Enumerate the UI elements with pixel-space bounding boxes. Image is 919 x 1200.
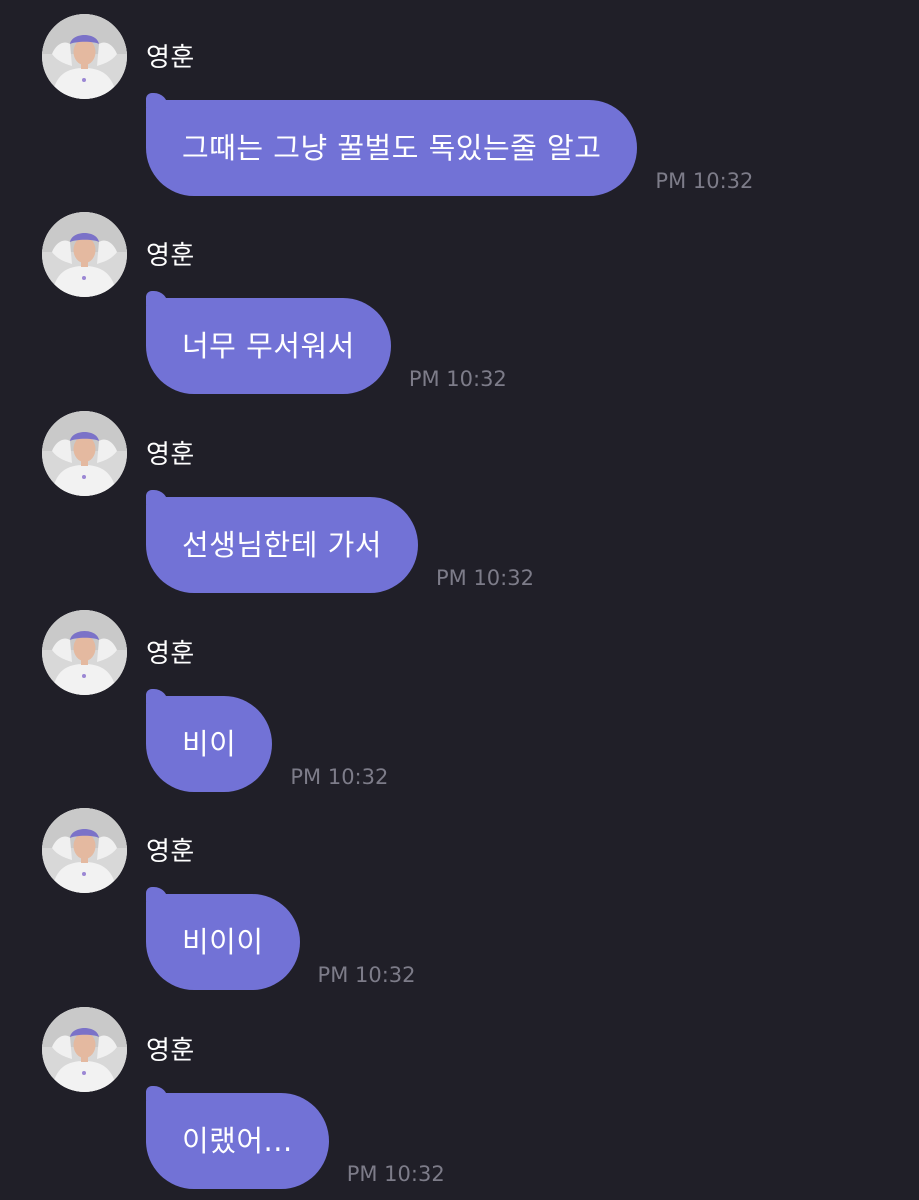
message-bubble[interactable]: 선생님한테 가서 — [146, 490, 418, 593]
message-item: 영훈 그때는 그냥 꿀벌도 독있는줄 알고 PM 10:32 — [0, 0, 919, 198]
avatar[interactable] — [42, 808, 127, 893]
avatar[interactable] — [42, 610, 127, 695]
message-timestamp: PM 10:32 — [346, 1162, 445, 1186]
sender-name: 영훈 — [146, 837, 195, 867]
message-row: 비이이 PM 10:32 — [146, 887, 416, 990]
message-bubble[interactable]: 너무 무서워서 — [146, 291, 391, 394]
message-item: 영훈 비이 PM 10:32 — [0, 596, 919, 794]
message-row: 비이 PM 10:32 — [146, 689, 389, 792]
avatar-photo-icon — [42, 808, 127, 893]
message-timestamp: PM 10:32 — [435, 566, 534, 590]
avatar[interactable] — [42, 212, 127, 297]
message-timestamp: PM 10:32 — [290, 765, 389, 789]
sender-name: 영훈 — [146, 639, 195, 669]
message-bubble[interactable]: 비이 — [146, 689, 273, 792]
message-item: 영훈 선생님한테 가서 PM 10:32 — [0, 397, 919, 595]
message-timestamp: PM 10:32 — [408, 367, 507, 391]
message-row: 너무 무서워서 PM 10:32 — [146, 291, 507, 394]
sender-name: 영훈 — [146, 1036, 195, 1066]
avatar[interactable] — [42, 411, 127, 496]
avatar-photo-icon — [42, 212, 127, 297]
sender-name: 영훈 — [146, 43, 195, 73]
message-item: 영훈 이랬어... PM 10:32 — [0, 993, 919, 1191]
message-row: 이랬어... PM 10:32 — [146, 1086, 445, 1189]
avatar[interactable] — [42, 14, 127, 99]
message-item: 영훈 너무 무서워서 PM 10:32 — [0, 198, 919, 396]
sender-name: 영훈 — [146, 241, 195, 271]
message-timestamp: PM 10:32 — [317, 963, 416, 987]
message-bubble[interactable]: 이랬어... — [146, 1086, 329, 1189]
message-item: 영훈 비이이 PM 10:32 — [0, 794, 919, 992]
message-bubble[interactable]: 그때는 그냥 꿀벌도 독있는줄 알고 — [146, 93, 638, 196]
avatar[interactable] — [42, 1007, 127, 1092]
sender-name: 영훈 — [146, 440, 195, 470]
avatar-photo-icon — [42, 610, 127, 695]
message-row: 그때는 그냥 꿀벌도 독있는줄 알고 PM 10:32 — [146, 93, 754, 196]
message-bubble[interactable]: 비이이 — [146, 887, 300, 990]
chat-message-list: 영훈 그때는 그냥 꿀벌도 독있는줄 알고 PM 10:32 영훈 너무 무서워… — [0, 0, 919, 1200]
avatar-photo-icon — [42, 1007, 127, 1092]
message-timestamp: PM 10:32 — [655, 169, 754, 193]
message-row: 선생님한테 가서 PM 10:32 — [146, 490, 534, 593]
avatar-photo-icon — [42, 411, 127, 496]
avatar-photo-icon — [42, 14, 127, 99]
